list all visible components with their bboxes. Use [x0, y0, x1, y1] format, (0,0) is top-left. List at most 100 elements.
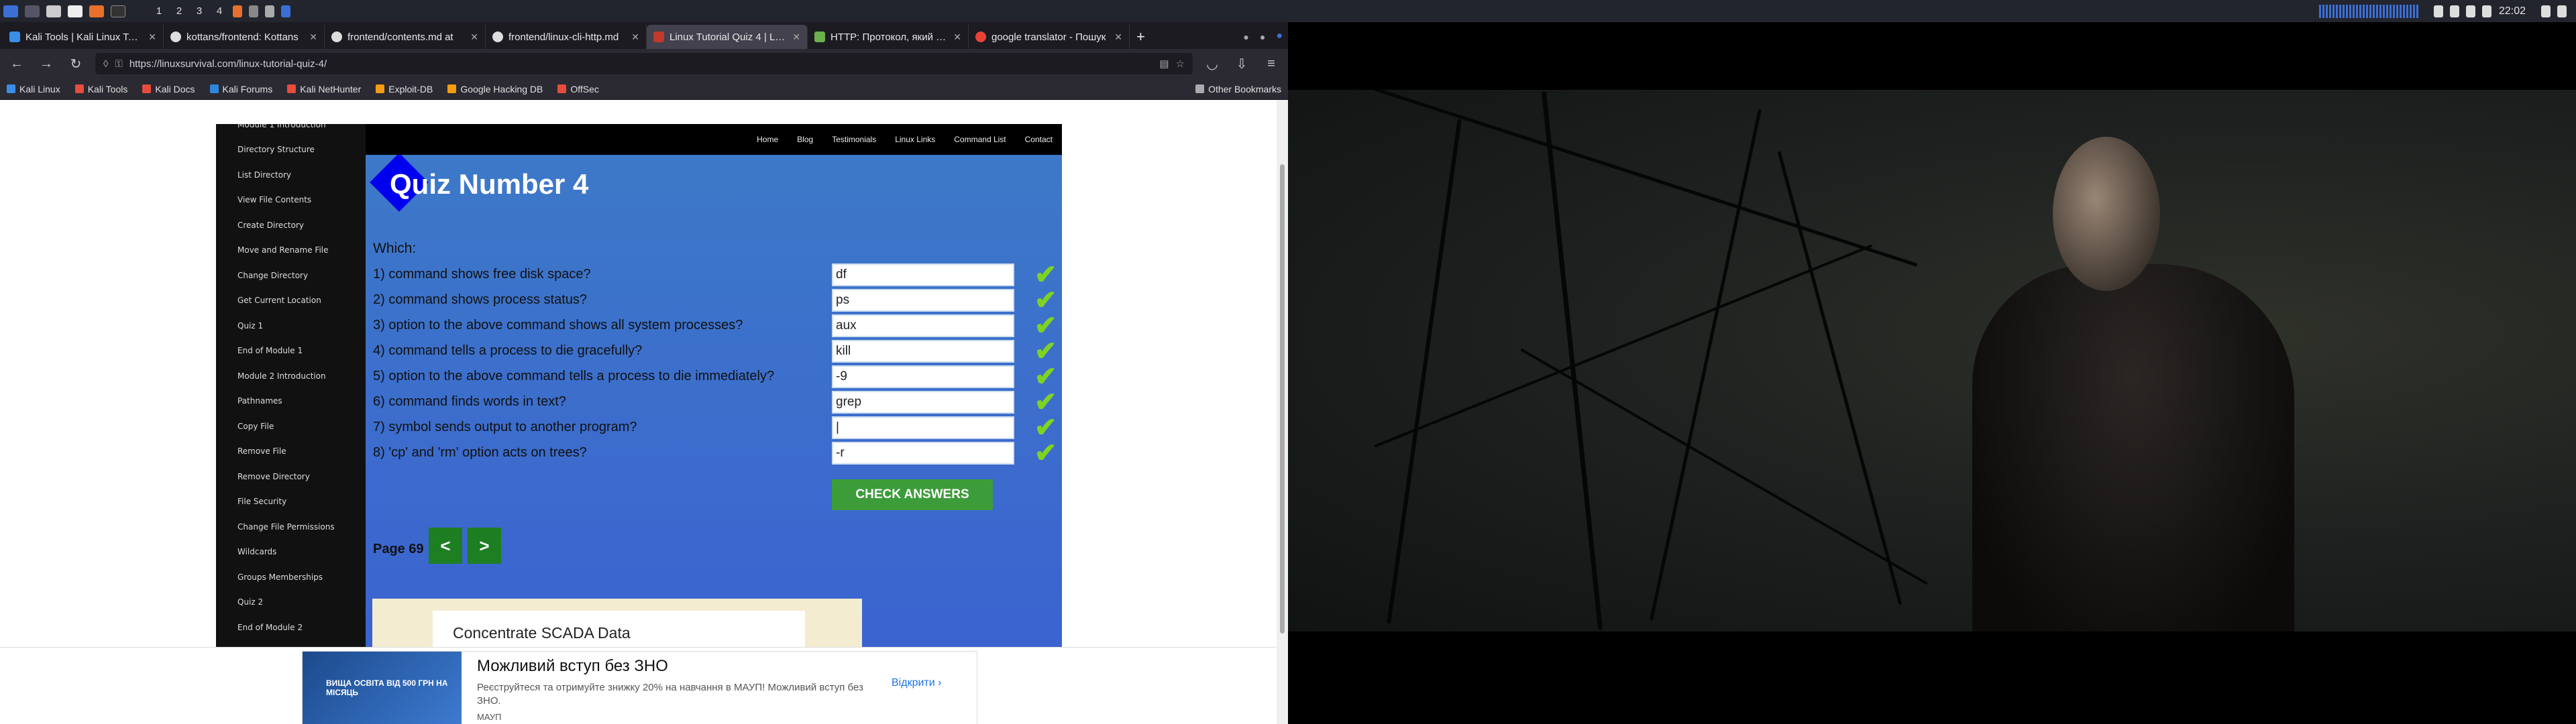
- sidebar-item[interactable]: End of Module 1: [216, 339, 366, 364]
- bottom-ad[interactable]: ВИЩА ОСВІТА ВІД 500 ГРН НА МІСЯЦЬ Можлив…: [302, 651, 977, 724]
- bookmark-kali-nethunter[interactable]: Kali NetHunter: [287, 84, 361, 95]
- close-icon[interactable]: ✕: [631, 32, 639, 43]
- new-tab-button[interactable]: +: [1130, 25, 1157, 49]
- sidebar-item[interactable]: Quiz 1: [216, 313, 366, 339]
- video-task-icon[interactable]: [249, 5, 258, 17]
- other-bookmarks[interactable]: Other Bookmarks: [1195, 84, 1281, 95]
- menu-contact[interactable]: Contact: [1025, 135, 1053, 144]
- terminal-icon[interactable]: [111, 5, 125, 17]
- volume-icon[interactable]: [2449, 5, 2459, 17]
- menu-testimonials[interactable]: Testimonials: [832, 135, 876, 144]
- sidebar-item[interactable]: Quiz 2: [216, 590, 366, 615]
- tab-http-protocol[interactable]: HTTP: Протокол, який ми ✕: [808, 25, 969, 49]
- tab-kali-tools[interactable]: Kali Tools | Kali Linux Tools ✕: [3, 25, 164, 49]
- sidebar-item[interactable]: Remove Directory: [216, 464, 366, 489]
- close-icon[interactable]: ✕: [1114, 32, 1122, 43]
- sidebar-item[interactable]: Remove File: [216, 439, 366, 465]
- scrollbar-thumb[interactable]: [1280, 164, 1285, 634]
- file-manager-icon[interactable]: [46, 5, 61, 17]
- bookmark-kali-forums[interactable]: Kali Forums: [209, 84, 272, 95]
- close-icon[interactable]: ✕: [309, 32, 317, 43]
- sidebar-item[interactable]: Pathnames: [216, 389, 366, 414]
- shield-icon[interactable]: ◊: [103, 58, 108, 70]
- sidebar-item[interactable]: Move and Rename File: [216, 238, 366, 263]
- close-icon[interactable]: ✕: [470, 32, 478, 43]
- answer-input[interactable]: [832, 416, 1014, 439]
- forward-icon[interactable]: →: [36, 56, 56, 72]
- url-bar[interactable]: ◊ ⚿ https://linuxsurvival.com/linux-tuto…: [95, 53, 1193, 74]
- sidebar-item[interactable]: Groups Memberships: [216, 564, 366, 590]
- bookmark-kali-tools[interactable]: Kali Tools: [74, 84, 127, 95]
- tab-google-translator[interactable]: google translator - Пошук ✕: [969, 25, 1130, 49]
- ad-title[interactable]: Можливий вступ без ЗНО: [477, 657, 668, 676]
- workspace-4[interactable]: 4: [209, 5, 229, 17]
- sidebar-item[interactable]: Get Current Location: [216, 288, 366, 314]
- firefox-icon[interactable]: [89, 5, 104, 17]
- bookmark-kali-linux[interactable]: Kali Linux: [7, 84, 60, 95]
- sidebar-item[interactable]: Change File Permissions: [216, 514, 366, 540]
- menu-blog[interactable]: Blog: [797, 135, 813, 144]
- close-window-icon[interactable]: ●: [1271, 30, 1288, 49]
- inline-ad-title[interactable]: Concentrate SCADA Data: [433, 611, 805, 647]
- workspace-2[interactable]: 2: [169, 5, 189, 17]
- answer-input[interactable]: [832, 391, 1014, 414]
- reader-view-icon[interactable]: ▤: [1159, 58, 1169, 70]
- back-icon[interactable]: ←: [7, 56, 27, 72]
- workspace-3[interactable]: 3: [189, 5, 209, 17]
- pocket-icon[interactable]: ◡: [1202, 56, 1222, 72]
- answer-input[interactable]: [832, 442, 1014, 465]
- clock[interactable]: 22:02: [2499, 5, 2526, 17]
- sidebar-item[interactable]: Copy File: [216, 414, 366, 439]
- video-frame[interactable]: [1288, 90, 2576, 631]
- inline-ad[interactable]: Concentrate SCADA Data: [372, 599, 862, 647]
- sidebar-item[interactable]: Create Directory: [216, 213, 366, 238]
- page-scrollbar[interactable]: [1277, 100, 1288, 724]
- text-editor-icon[interactable]: [68, 5, 83, 17]
- sidebar-item[interactable]: Module 1 Introduction: [216, 124, 366, 137]
- close-icon[interactable]: ✕: [953, 32, 961, 43]
- lock-icon[interactable]: [2541, 5, 2551, 17]
- chrome-task-icon[interactable]: [265, 5, 274, 17]
- power-icon[interactable]: [2557, 5, 2567, 17]
- maximize-icon[interactable]: ●: [1254, 32, 1271, 49]
- sidebar-item[interactable]: Change Directory: [216, 263, 366, 288]
- notification-icon[interactable]: [2465, 5, 2475, 17]
- menu-icon[interactable]: ≡: [1261, 56, 1281, 72]
- sidebar-item[interactable]: Directory Structure: [216, 137, 366, 163]
- tab-linux-quiz[interactable]: Linux Tutorial Quiz 4 | Linux ✕: [647, 25, 808, 49]
- extensions-icon[interactable]: ⇩: [1232, 56, 1252, 72]
- menu-command-list[interactable]: Command List: [954, 135, 1006, 144]
- answer-input[interactable]: [832, 289, 1014, 312]
- battery-icon[interactable]: [2481, 5, 2491, 17]
- sidebar-item[interactable]: View File Contents: [216, 188, 366, 213]
- tab-linux-cli-http[interactable]: frontend/linux-cli-http.md ✕: [486, 25, 647, 49]
- menu-home[interactable]: Home: [757, 135, 778, 144]
- window-icon[interactable]: [2433, 5, 2443, 17]
- tab-contents-md[interactable]: frontend/contents.md at ✕: [325, 25, 486, 49]
- close-icon[interactable]: ✕: [148, 32, 156, 43]
- answer-input[interactable]: [832, 340, 1014, 363]
- bookmark-google-hacking-db[interactable]: Google Hacking DB: [447, 84, 543, 95]
- ad-open-button[interactable]: Відкрити ›: [892, 677, 941, 689]
- workspace-1[interactable]: 1: [149, 5, 169, 17]
- app-task-icon[interactable]: [281, 5, 290, 17]
- menu-linux-links[interactable]: Linux Links: [895, 135, 935, 144]
- answer-input[interactable]: [832, 263, 1014, 286]
- minimize-icon[interactable]: ●: [1238, 32, 1254, 49]
- reload-icon[interactable]: ↻: [66, 56, 86, 72]
- kali-menu-icon[interactable]: [3, 5, 18, 17]
- sidebar-item[interactable]: File Security: [216, 489, 366, 515]
- show-desktop-icon[interactable]: [25, 5, 40, 17]
- tab-kottans-frontend[interactable]: kottans/frontend: Kottans ✕: [164, 25, 325, 49]
- ad-image[interactable]: ВИЩА ОСВІТА ВІД 500 ГРН НА МІСЯЦЬ: [303, 652, 462, 724]
- sidebar-item[interactable]: Module 2 Introduction: [216, 363, 366, 389]
- close-icon[interactable]: ✕: [792, 32, 800, 43]
- sidebar-item[interactable]: List Directory: [216, 162, 366, 188]
- lock-icon[interactable]: ⚿: [115, 58, 122, 70]
- check-answers-button[interactable]: CHECK ANSWERS: [832, 479, 993, 510]
- sidebar-item[interactable]: End of Module 2: [216, 615, 366, 640]
- url-text[interactable]: https://linuxsurvival.com/linux-tutorial…: [129, 58, 327, 70]
- bookmark-offsec[interactable]: OffSec: [557, 84, 599, 95]
- answer-input[interactable]: [832, 365, 1014, 388]
- next-page-button[interactable]: >: [468, 528, 501, 564]
